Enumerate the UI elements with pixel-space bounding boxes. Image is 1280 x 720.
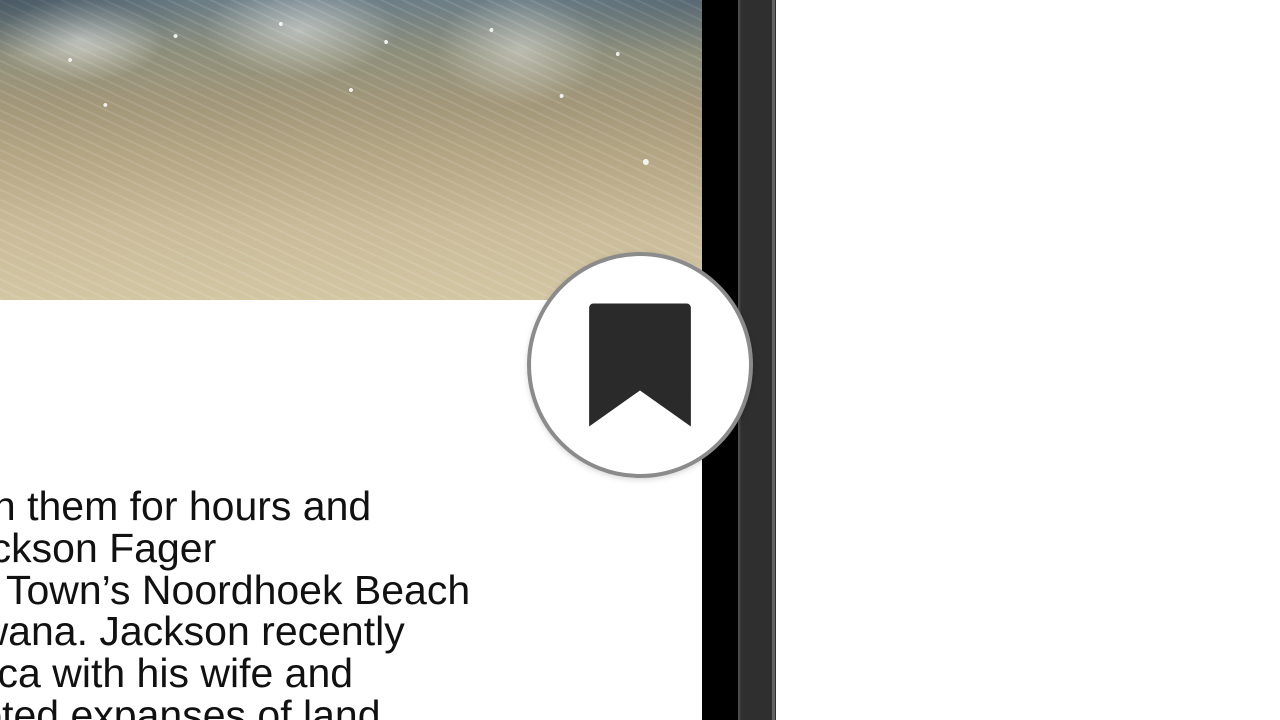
- hero-image-beach: [0, 0, 702, 300]
- article-body-text: w the stick with them for hours and own,…: [0, 486, 700, 720]
- app-viewport: w the stick with them for hours and own,…: [0, 0, 1280, 720]
- bookmark-button[interactable]: [527, 252, 753, 478]
- bookmark-icon: [587, 301, 693, 429]
- device-frame-gloss: [772, 0, 775, 720]
